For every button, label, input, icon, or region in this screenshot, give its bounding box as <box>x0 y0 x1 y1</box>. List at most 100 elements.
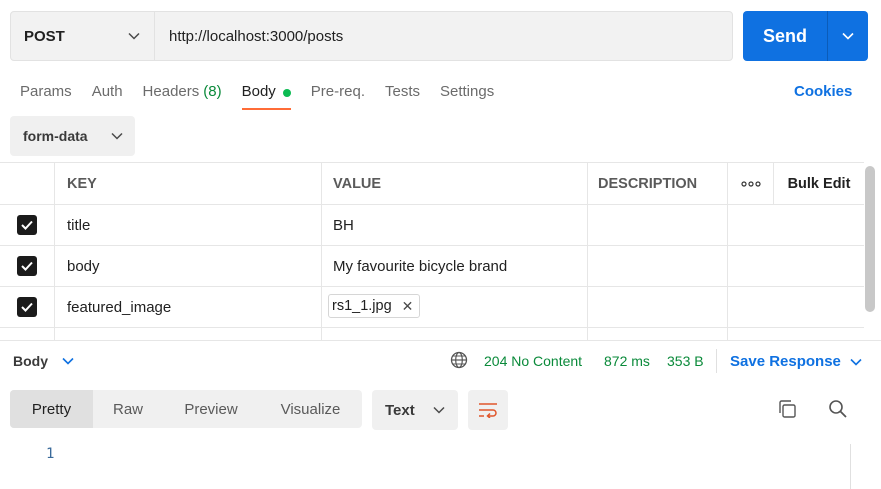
response-status[interactable]: 204 No Content <box>484 353 582 369</box>
wrap-text-icon <box>479 403 497 418</box>
tab-pretty[interactable]: Pretty <box>10 390 93 428</box>
request-tabs: Params Auth Headers (8) Body Pre-req. Tes… <box>20 80 514 112</box>
row-key[interactable]: title <box>55 205 322 245</box>
row-value[interactable]: My favourite bicycle brand <box>322 246 588 286</box>
request-bar: POST http://localhost:3000/posts <box>10 11 733 61</box>
response-size[interactable]: 353 B <box>667 353 704 369</box>
row-check-cell <box>0 287 55 327</box>
tab-headers[interactable]: Headers (8) <box>143 80 222 110</box>
row-key[interactable] <box>55 328 322 340</box>
form-data-table: KEY VALUE DESCRIPTION Bulk Edit title BH… <box>0 162 864 340</box>
more-options-button[interactable] <box>728 163 774 204</box>
table-row: featured_image rs1_1.jpg ✕ <box>0 287 864 328</box>
row-description[interactable] <box>588 205 728 245</box>
row-value[interactable] <box>322 328 588 340</box>
row-check-cell <box>0 246 55 286</box>
row-spacer <box>728 246 774 286</box>
checkmark-icon <box>21 220 33 230</box>
chevron-down-icon <box>128 32 140 40</box>
row-spacer <box>774 246 864 286</box>
tab-raw[interactable]: Raw <box>93 390 163 428</box>
cookies-link[interactable]: Cookies <box>794 83 852 100</box>
chevron-down-icon <box>433 406 445 414</box>
checkmark-icon <box>21 261 33 271</box>
tab-settings[interactable]: Settings <box>440 80 494 110</box>
tab-label: Pre-req. <box>310 83 365 100</box>
tab-label: Auth <box>91 83 123 100</box>
format-select[interactable]: Text <box>372 390 458 430</box>
response-bar: Body 204 No Content 872 ms 353 B Save Re… <box>0 340 881 380</box>
table-row: body My favourite bicycle brand <box>0 246 864 287</box>
tab-label: Body <box>241 83 276 100</box>
send-button-group: Send <box>743 11 868 61</box>
close-icon[interactable]: ✕ <box>402 298 414 315</box>
row-key[interactable]: featured_image <box>55 287 322 327</box>
save-response-label: Save Response <box>730 353 841 370</box>
row-checkbox[interactable] <box>17 215 37 235</box>
tab-label: Tests <box>384 83 420 100</box>
globe-icon[interactable] <box>450 351 468 369</box>
chevron-down-icon <box>850 358 862 366</box>
chevron-down-icon <box>62 357 74 365</box>
checkmark-icon <box>21 302 33 312</box>
send-options-button[interactable] <box>828 11 868 61</box>
body-type-label: form-data <box>23 128 88 144</box>
header-check-cell <box>0 163 55 204</box>
row-description[interactable] <box>588 287 728 327</box>
table-row-empty <box>0 328 864 340</box>
tab-label: Params <box>20 83 72 100</box>
row-spacer <box>728 287 774 327</box>
row-key[interactable]: body <box>55 246 322 286</box>
editor-scrollbar-track <box>850 444 851 489</box>
save-response-button[interactable]: Save Response <box>730 353 862 370</box>
send-button[interactable]: Send <box>743 11 828 61</box>
column-header-value: VALUE <box>322 163 588 204</box>
more-horizontal-icon <box>740 180 761 187</box>
response-view-tabs: Pretty Raw Preview Visualize <box>10 390 362 428</box>
row-description[interactable] <box>588 328 728 340</box>
method-select[interactable]: POST <box>11 12 155 60</box>
tab-body[interactable]: Body <box>241 80 292 110</box>
row-check-cell <box>0 328 55 340</box>
tab-auth[interactable]: Auth <box>92 80 123 110</box>
chevron-down-icon <box>111 132 123 140</box>
method-label: POST <box>24 27 65 45</box>
headers-count: (8) <box>203 83 222 100</box>
row-checkbox[interactable] <box>17 256 37 276</box>
tab-visualize[interactable]: Visualize <box>259 390 362 428</box>
row-spacer <box>774 287 864 327</box>
column-header-key: KEY <box>55 163 322 204</box>
row-spacer <box>728 205 774 245</box>
divider <box>716 349 717 373</box>
copy-icon[interactable] <box>776 398 798 420</box>
search-icon[interactable] <box>827 398 849 420</box>
chevron-down-icon <box>842 32 854 40</box>
table-scrollbar[interactable] <box>865 166 875 312</box>
response-title: Body <box>13 353 48 369</box>
file-chip[interactable]: rs1_1.jpg ✕ <box>328 294 421 318</box>
tab-pre-request[interactable]: Pre-req. <box>311 80 365 110</box>
wrap-lines-button[interactable] <box>468 390 508 430</box>
tab-params[interactable]: Params <box>20 80 72 110</box>
row-checkbox[interactable] <box>17 297 37 317</box>
column-header-description: DESCRIPTION <box>588 163 728 204</box>
row-spacer <box>774 205 864 245</box>
response-time[interactable]: 872 ms <box>604 353 650 369</box>
tab-label: Settings <box>440 83 495 100</box>
tab-label: Headers <box>142 83 200 100</box>
body-indicator-dot <box>282 89 291 97</box>
response-editor[interactable]: 1 <box>0 440 881 489</box>
bulk-edit-button[interactable]: Bulk Edit <box>774 163 864 204</box>
row-check-cell <box>0 205 55 245</box>
url-input[interactable]: http://localhost:3000/posts <box>155 12 732 60</box>
tab-tests[interactable]: Tests <box>385 80 420 110</box>
response-section-select[interactable]: Body <box>13 353 74 369</box>
table-row: title BH <box>0 205 864 246</box>
line-number: 1 <box>46 446 55 462</box>
row-value[interactable]: BH <box>322 205 588 245</box>
row-description[interactable] <box>588 246 728 286</box>
tab-preview[interactable]: Preview <box>163 390 259 428</box>
table-header: KEY VALUE DESCRIPTION Bulk Edit <box>0 163 864 205</box>
format-label: Text <box>385 401 415 419</box>
body-type-select[interactable]: form-data <box>10 116 135 156</box>
